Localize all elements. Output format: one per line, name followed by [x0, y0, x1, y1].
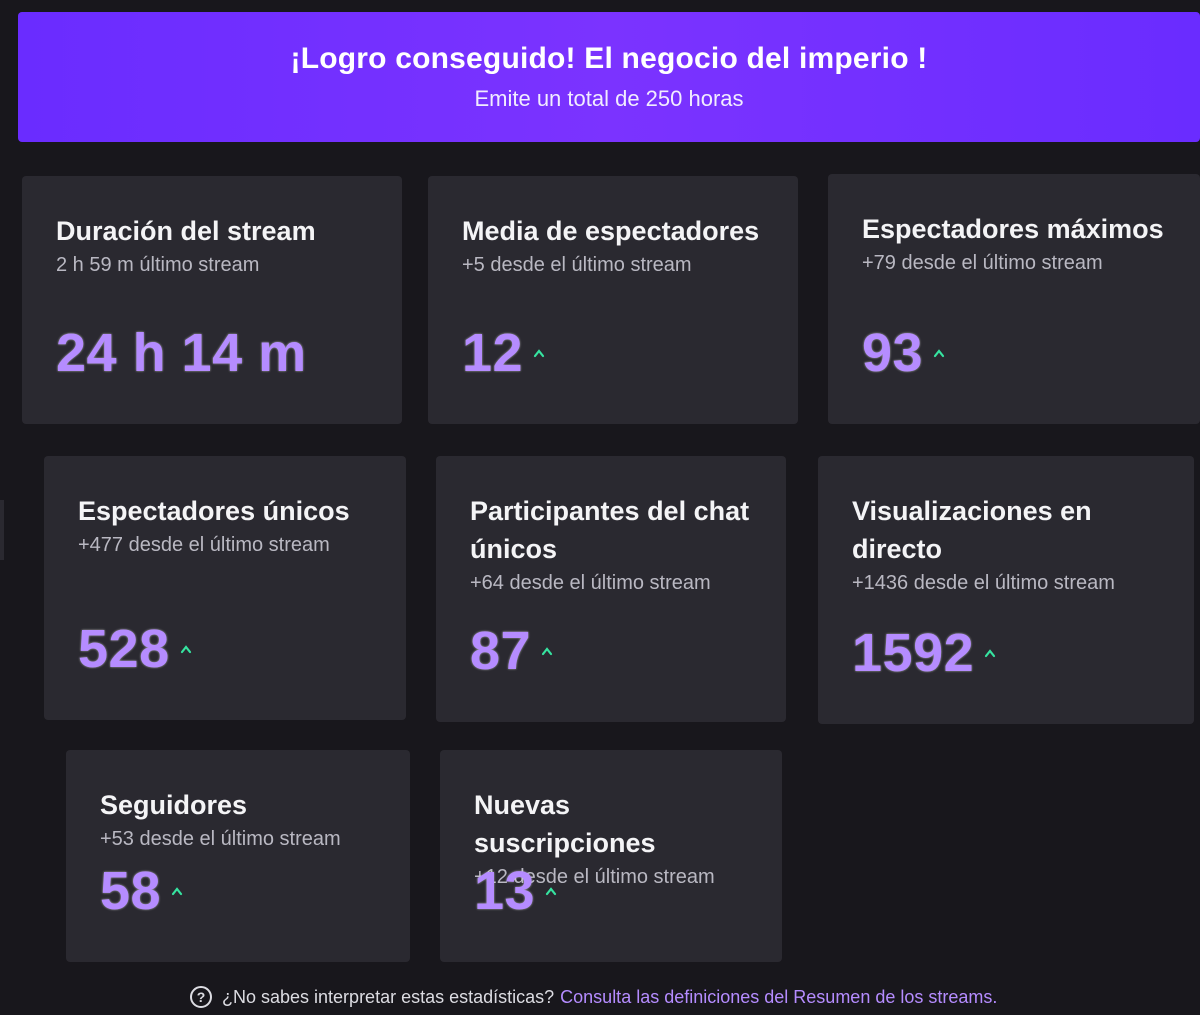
value-number: 13: [474, 861, 536, 921]
card-value: 1592: [852, 622, 996, 684]
stat-card-followers: Seguidores +53 desde el último stream 58: [66, 750, 410, 962]
card-subtitle: +5 desde el último stream: [462, 254, 692, 276]
card-title: Nuevas suscripciones: [474, 790, 656, 858]
card-value: 93: [862, 322, 945, 384]
value-number: 58: [100, 861, 162, 921]
stat-card-average-viewers: Media de espectadores +5 desde el último…: [428, 176, 798, 424]
achievement-subtitle: Emite un total de 250 horas: [474, 86, 744, 111]
up-arrow-icon: [171, 885, 183, 897]
value-number: 528: [78, 619, 170, 679]
card-title: Seguidores: [100, 790, 248, 820]
stat-card-live-views: Visualizaciones en directo +1436 desde e…: [818, 456, 1194, 724]
up-arrow-icon: [933, 347, 945, 359]
value-number: 12: [462, 323, 524, 383]
side-edge: [0, 500, 4, 560]
value-number: 93: [862, 323, 924, 383]
card-subtitle: +64 desde el último stream: [470, 572, 711, 594]
card-subtitle: +477 desde el último stream: [78, 534, 330, 556]
stat-card-unique-chatters: Participantes del chat únicos +64 desde …: [436, 456, 786, 722]
card-value: 528: [78, 618, 192, 680]
card-title: Visualizaciones en directo: [852, 496, 1092, 564]
card-value: 58: [100, 860, 183, 922]
card-title: Duración del stream: [56, 216, 316, 246]
card-value: 12: [462, 322, 545, 384]
value-number: 1592: [852, 623, 975, 683]
card-title: Espectadores únicos: [78, 496, 350, 526]
card-subtitle: +1436 desde el último stream: [852, 572, 1115, 594]
card-value: 87: [470, 620, 553, 682]
stat-card-new-subscriptions: Nuevas suscripciones +12 desde el último…: [440, 750, 782, 962]
up-arrow-icon: [541, 645, 553, 657]
card-value: 13: [474, 860, 557, 922]
card-subtitle: 2 h 59 m último stream: [56, 254, 260, 276]
stat-card-unique-viewers: Espectadores únicos +477 desde el último…: [44, 456, 406, 720]
up-arrow-icon: [533, 347, 545, 359]
help-question: ¿No sabes interpretar estas estadísticas…: [222, 986, 555, 1007]
stat-card-stream-duration: Duración del stream 2 h 59 m último stre…: [22, 176, 402, 424]
card-value: 24 h 14 m: [56, 322, 307, 384]
value-number: 87: [470, 621, 532, 681]
stat-card-peak-viewers: Espectadores máximos +79 desde el último…: [828, 174, 1200, 424]
up-arrow-icon: [545, 885, 557, 897]
achievement-banner: ¡Logro conseguido! El negocio del imperi…: [18, 12, 1200, 142]
value-number: 24 h 14 m: [56, 323, 307, 383]
card-subtitle: +53 desde el último stream: [100, 828, 341, 850]
question-icon: ?: [190, 986, 212, 1008]
card-title: Espectadores máximos: [862, 214, 1164, 244]
card-title: Participantes del chat únicos: [470, 496, 750, 564]
card-title: Media de espectadores: [462, 216, 760, 246]
achievement-title: ¡Logro conseguido! El negocio del imperi…: [290, 42, 928, 75]
up-arrow-icon: [984, 647, 996, 659]
definitions-link[interactable]: Consulta las definiciones del Resumen de…: [560, 987, 997, 1008]
card-subtitle: +79 desde el último stream: [862, 252, 1103, 274]
help-footer: ? ¿No sabes interpretar estas estadístic…: [190, 986, 997, 1008]
up-arrow-icon: [180, 643, 192, 655]
